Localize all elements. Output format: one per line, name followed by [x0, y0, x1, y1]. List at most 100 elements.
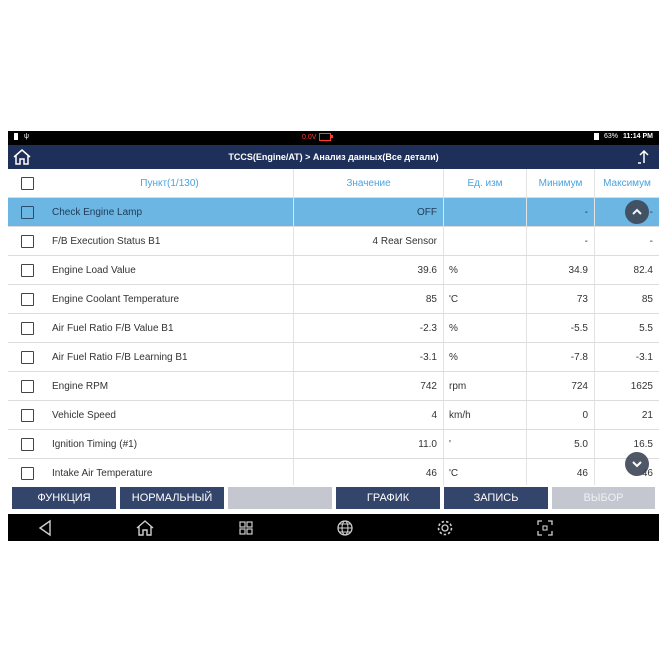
select-button[interactable]: ВЫБОР — [552, 487, 655, 509]
row-checkbox[interactable] — [20, 379, 34, 393]
row-unit — [444, 198, 527, 226]
row-name: Air Fuel Ratio F/B Value B1 — [46, 314, 294, 342]
row-name: Ignition Timing (#1) — [46, 430, 294, 458]
row-value: 46 — [294, 459, 444, 488]
row-checkbox[interactable] — [20, 350, 34, 364]
row-name: Engine Coolant Temperature — [46, 285, 294, 313]
screenshot-button[interactable] — [535, 518, 555, 538]
function-button[interactable]: ФУНКЦИЯ — [12, 487, 116, 509]
row-name: Intake Air Temperature — [46, 459, 294, 488]
record-button[interactable]: ЗАПИСЬ — [444, 487, 548, 509]
row-min: - — [527, 227, 595, 255]
row-unit: ' — [444, 430, 527, 458]
header-item[interactable]: Пункт(1/130) — [46, 169, 294, 197]
table-row[interactable]: Ignition Timing (#1) 11.0 ' 5.0 16.5 — [8, 430, 659, 459]
header-unit[interactable]: Ед. изм — [444, 169, 527, 197]
back-icon — [38, 519, 51, 537]
row-value: 11.0 — [294, 430, 444, 458]
recent-apps-icon — [239, 521, 253, 535]
row-value: 742 — [294, 372, 444, 400]
row-unit: % — [444, 314, 527, 342]
row-checkbox[interactable] — [20, 467, 34, 480]
row-unit: % — [444, 343, 527, 371]
row-max: -3.1 — [635, 351, 653, 363]
row-min: 5.0 — [527, 430, 595, 458]
table-row[interactable]: Air Fuel Ratio F/B Learning B1 -3.1 % -7… — [8, 343, 659, 372]
table-row[interactable]: Air Fuel Ratio F/B Value B1 -2.3 % -5.5 … — [8, 314, 659, 343]
action-bar: ФУНКЦИЯ НОРМАЛЬНЫЙ ГРАФИК ЗАПИСЬ ВЫБОР — [8, 485, 659, 511]
header-max[interactable]: Максимум — [595, 169, 659, 197]
row-name: Air Fuel Ratio F/B Learning B1 — [46, 343, 294, 371]
row-value: 85 — [294, 285, 444, 313]
row-name: Engine Load Value — [46, 256, 294, 284]
row-max: 16.5 — [633, 438, 653, 450]
graph-button[interactable]: ГРАФИК — [336, 487, 440, 509]
back-button[interactable] — [36, 518, 56, 538]
row-unit: rpm — [444, 372, 527, 400]
battery-percent: 63% — [604, 133, 619, 140]
row-unit: % — [444, 256, 527, 284]
row-unit: km/h — [444, 401, 527, 429]
row-checkbox[interactable] — [20, 263, 34, 277]
row-min: 0 — [527, 401, 595, 429]
table-row[interactable]: Vehicle Speed 4 km/h 0 21 — [8, 401, 659, 430]
home-nav-button[interactable] — [135, 518, 155, 538]
row-value: OFF — [294, 198, 444, 226]
normal-button[interactable]: НОРМАЛЬНЫЙ — [120, 487, 224, 509]
sim-icon — [14, 133, 18, 140]
usb-icon: ψ — [24, 133, 29, 140]
header-min[interactable]: Минимум — [527, 169, 595, 197]
header-value[interactable]: Значение — [294, 169, 444, 197]
title-bar: TCCS(Engine/AT) > Анализ данных(Все дета… — [8, 145, 659, 169]
table-row[interactable]: Engine RPM 742 rpm 724 1625 — [8, 372, 659, 401]
globe-icon — [337, 520, 353, 536]
row-min: 46 — [527, 459, 595, 488]
browser-button[interactable] — [335, 518, 355, 538]
row-name: Vehicle Speed — [46, 401, 294, 429]
table-row[interactable]: Engine Coolant Temperature 85 'C 73 85 — [8, 285, 659, 314]
row-name: Check Engine Lamp — [46, 198, 294, 226]
screenshot-icon — [537, 520, 553, 536]
row-max: - — [649, 235, 653, 247]
row-min: - — [527, 198, 595, 226]
car-battery-icon — [319, 133, 334, 141]
status-bar: ψ 0.0V 63% 11:14 PM — [8, 131, 659, 145]
settings-button[interactable] — [435, 518, 455, 538]
scroll-up-button[interactable] — [625, 200, 649, 224]
gear-icon — [437, 520, 453, 536]
home-icon — [136, 520, 154, 536]
table-row[interactable]: Check Engine Lamp OFF - - — [8, 198, 659, 227]
row-value: -2.3 — [294, 314, 444, 342]
export-button[interactable] — [635, 148, 653, 166]
recent-apps-button[interactable] — [236, 518, 256, 538]
row-value: 4 — [294, 401, 444, 429]
navigation-bar — [8, 514, 659, 541]
row-unit: 'C — [444, 459, 527, 488]
row-value: 4 Rear Sensor — [294, 227, 444, 255]
table-header: Пункт(1/130) Значение Ед. изм Минимум Ма… — [8, 169, 659, 198]
battery-icon — [594, 133, 600, 140]
row-checkbox[interactable] — [20, 205, 34, 219]
table-row[interactable]: Intake Air Temperature 46 'C 46 46 — [8, 459, 659, 488]
row-checkbox[interactable] — [20, 437, 34, 451]
clock: 11:14 PM — [623, 133, 653, 140]
table-row[interactable]: F/B Execution Status B1 4 Rear Sensor - … — [8, 227, 659, 256]
row-unit: 'C — [444, 285, 527, 313]
row-min: 724 — [527, 372, 595, 400]
table-row[interactable]: Engine Load Value 39.6 % 34.9 82.4 — [8, 256, 659, 285]
select-all-checkbox[interactable] — [20, 176, 34, 190]
row-checkbox[interactable] — [20, 292, 34, 306]
row-checkbox[interactable] — [20, 321, 34, 335]
row-checkbox[interactable] — [20, 234, 34, 248]
page-title: TCCS(Engine/AT) > Анализ данных(Все дета… — [228, 152, 439, 162]
row-name: F/B Execution Status B1 — [46, 227, 294, 255]
voltage-readout: 0.0V — [302, 133, 317, 141]
data-table: Пункт(1/130) Значение Ед. изм Минимум Ма… — [8, 169, 659, 488]
chevron-up-icon — [632, 208, 642, 215]
row-checkbox[interactable] — [20, 408, 34, 422]
export-icon — [638, 149, 649, 164]
row-unit — [444, 227, 527, 255]
scroll-down-button[interactable] — [625, 452, 649, 476]
row-max: 1625 — [630, 380, 653, 392]
blank-button[interactable] — [228, 487, 332, 509]
